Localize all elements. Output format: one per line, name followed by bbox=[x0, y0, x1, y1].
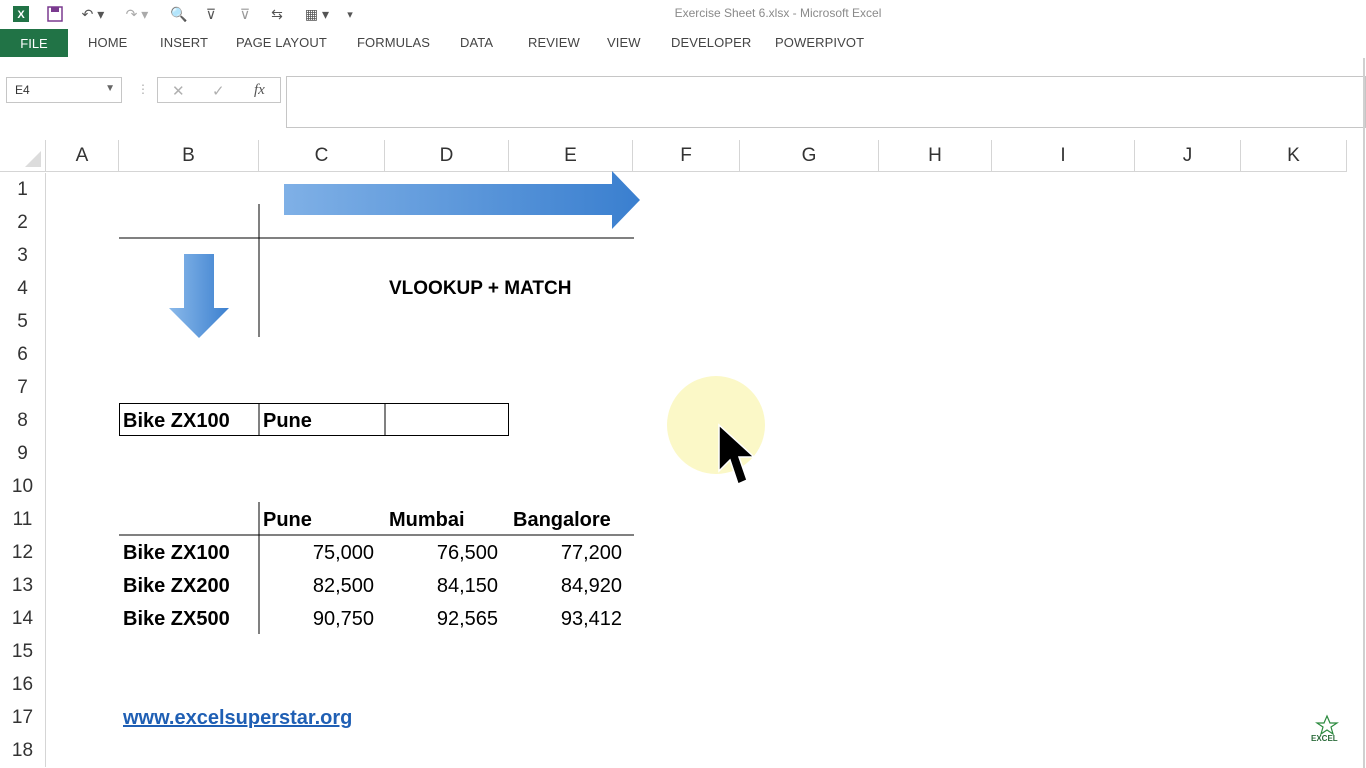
down-arrow-shape bbox=[169, 254, 229, 338]
formula-buttons: ✕ ✓ fx bbox=[157, 77, 281, 103]
table-cell[interactable]: 82,500 bbox=[259, 575, 374, 598]
tab-review[interactable]: REVIEW bbox=[528, 35, 580, 50]
lookup-product-cell[interactable]: Bike ZX100 bbox=[123, 410, 230, 433]
chevron-down-icon[interactable]: ▼ bbox=[105, 83, 115, 94]
tab-formulas[interactable]: FORMULAS bbox=[357, 35, 430, 50]
table-header-bangalore[interactable]: Bangalore bbox=[513, 509, 611, 532]
tab-file[interactable]: FILE bbox=[0, 29, 68, 57]
tab-home[interactable]: HOME bbox=[88, 35, 127, 50]
lookup-city-cell[interactable]: Pune bbox=[263, 410, 312, 433]
tab-insert[interactable]: INSERT bbox=[160, 35, 208, 50]
table-cell[interactable]: 84,920 bbox=[509, 575, 622, 598]
tab-view[interactable]: VIEW bbox=[607, 35, 641, 50]
website-link[interactable]: www.excelsuperstar.org bbox=[123, 707, 352, 730]
table-row-label[interactable]: Bike ZX100 bbox=[123, 542, 230, 565]
name-box-value: E4 bbox=[15, 83, 30, 97]
table-header-mumbai[interactable]: Mumbai bbox=[389, 509, 465, 532]
cursor-highlight bbox=[667, 376, 765, 474]
sheet-heading[interactable]: VLOOKUP + MATCH bbox=[389, 278, 571, 300]
cancel-icon[interactable]: ✕ bbox=[172, 82, 185, 100]
table-cell[interactable]: 90,750 bbox=[259, 608, 374, 631]
table-cell[interactable]: 84,150 bbox=[385, 575, 498, 598]
formula-bar: E4 ▼ ⋮ ✕ ✓ fx bbox=[0, 58, 1366, 142]
tab-data[interactable]: DATA bbox=[460, 35, 493, 50]
table-header-pune[interactable]: Pune bbox=[263, 509, 312, 532]
formula-input[interactable] bbox=[286, 76, 1366, 128]
watermark-text: EXCEL bbox=[1311, 734, 1338, 743]
table-cell[interactable]: 92,565 bbox=[385, 608, 498, 631]
table-row-label[interactable]: Bike ZX200 bbox=[123, 575, 230, 598]
right-arrow-shape bbox=[284, 171, 640, 229]
title-bar: X ↶ ▾ ↷ ▾ 🔍 ⊽ ⊽ ⇆ ▦ ▾ ▾ Exercise Sheet 6… bbox=[0, 0, 1366, 28]
table-cell[interactable]: 93,412 bbox=[509, 608, 622, 631]
sheet-shapes bbox=[119, 171, 1339, 736]
ribbon-tabs: FILE HOME INSERT PAGE LAYOUT FORMULAS DA… bbox=[0, 28, 1366, 58]
window-title: Exercise Sheet 6.xlsx - Microsoft Excel bbox=[674, 6, 882, 20]
enter-icon[interactable]: ✓ bbox=[212, 82, 225, 100]
tab-powerpivot[interactable]: POWERPIVOT bbox=[775, 35, 864, 50]
tab-developer[interactable]: DEVELOPER bbox=[671, 35, 751, 50]
tab-page-layout[interactable]: PAGE LAYOUT bbox=[236, 35, 327, 50]
table-row-label[interactable]: Bike ZX500 bbox=[123, 608, 230, 631]
table-cell[interactable]: 75,000 bbox=[259, 542, 374, 565]
worksheet-grid[interactable]: A B C D E F G H I J K 1 2 3 4 5 6 7 8 9 … bbox=[0, 140, 1366, 768]
table-cell[interactable]: 76,500 bbox=[385, 542, 498, 565]
name-box[interactable]: E4 ▼ bbox=[6, 77, 122, 103]
excel-superstar-logo-icon bbox=[1315, 714, 1339, 736]
formula-bar-grip: ⋮ bbox=[137, 82, 149, 96]
insert-function-icon[interactable]: fx bbox=[254, 82, 265, 99]
table-cell[interactable]: 77,200 bbox=[509, 542, 622, 565]
